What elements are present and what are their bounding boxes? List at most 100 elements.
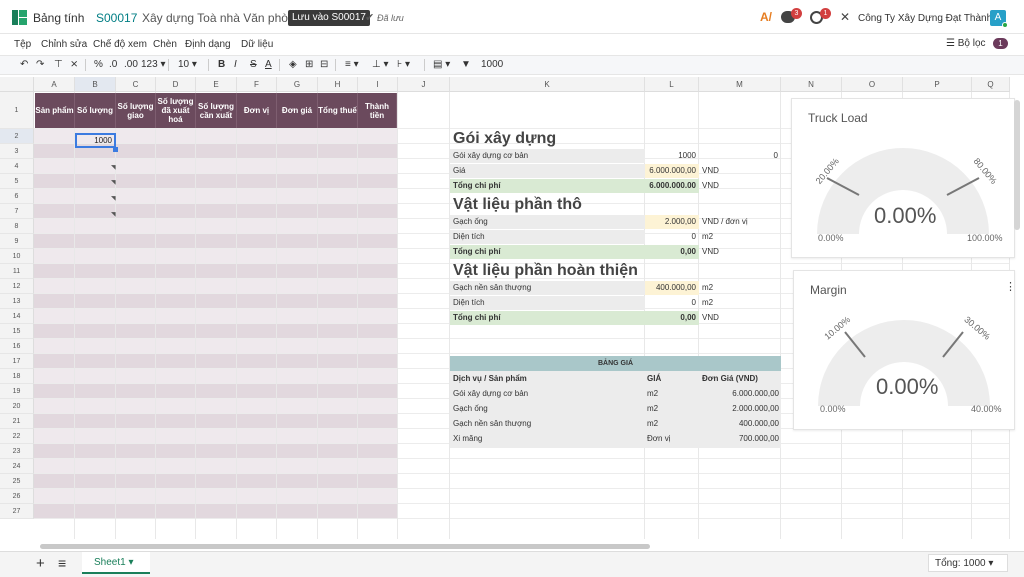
package-base-extra[interactable]: 0 <box>699 149 781 163</box>
grid-corner[interactable] <box>0 77 34 92</box>
header-quantity[interactable]: Số lượng <box>75 93 116 128</box>
table-row[interactable] <box>34 429 397 444</box>
finish-tile-unit[interactable]: m2 <box>699 281 781 295</box>
finish-area-unit[interactable]: m2 <box>699 296 781 310</box>
column-header-a[interactable]: A <box>34 77 75 92</box>
row-header-15[interactable]: 15 <box>0 324 34 339</box>
italic-button[interactable]: I <box>234 59 237 70</box>
table-row[interactable] <box>34 339 397 354</box>
row-header-7[interactable]: 7 <box>0 204 34 219</box>
row-header-24[interactable]: 24 <box>0 459 34 474</box>
horizontal-scrollbar[interactable] <box>40 544 650 549</box>
text-wrap-dropdown[interactable]: ⊦ ▾ <box>397 59 410 70</box>
selection-sum[interactable]: Tổng: 1000 ▾ <box>928 554 1008 572</box>
row-header-8[interactable]: 8 <box>0 219 34 234</box>
finish-area-value[interactable]: 0 <box>645 296 699 310</box>
price-cell[interactable]: m2 <box>647 416 658 431</box>
table-row[interactable] <box>34 354 397 369</box>
package-total-unit[interactable]: VND <box>699 179 781 193</box>
price-col-price[interactable]: Đơn Giá (VND) <box>702 371 758 386</box>
price-cell[interactable]: 6.000.000,00 <box>699 386 779 401</box>
table-row[interactable] <box>34 174 397 189</box>
price-col-service[interactable]: Dịch vụ / Sản phẩm <box>453 371 527 386</box>
price-cell[interactable]: 700.000,00 <box>699 431 779 446</box>
package-base-label[interactable]: Gói xây dựng cơ bản <box>450 149 645 163</box>
package-price-label[interactable]: Giá <box>450 164 645 178</box>
rough-total-unit[interactable]: VND <box>699 245 781 259</box>
company-switcher[interactable]: Công Ty Xây Dựng Đạt Thành <box>858 13 992 24</box>
menu-data[interactable]: Dữ liệu <box>241 39 273 50</box>
table-row[interactable] <box>34 279 397 294</box>
row-header-1[interactable]: 1 <box>0 92 34 129</box>
fill-color-icon[interactable]: ◈ <box>289 59 297 70</box>
finish-total-unit[interactable]: VND <box>699 311 781 325</box>
table-row[interactable] <box>34 234 397 249</box>
formula-bar-value[interactable]: 1000 <box>481 59 503 70</box>
row-header-6[interactable]: 6 <box>0 189 34 204</box>
row-header-17[interactable]: 17 <box>0 354 34 369</box>
price-cell[interactable]: m2 <box>647 401 658 416</box>
finish-total-value[interactable]: 0,00 <box>645 311 699 325</box>
table-row[interactable] <box>34 474 397 489</box>
finish-area-label[interactable]: Diện tích <box>450 296 645 310</box>
table-row[interactable] <box>34 189 397 204</box>
column-header-g[interactable]: G <box>277 77 318 92</box>
row-header-22[interactable]: 22 <box>0 429 34 444</box>
header-unit[interactable]: Đơn vị <box>237 93 277 128</box>
package-price-value[interactable]: 6.000.000,00 <box>645 164 699 178</box>
text-color-button[interactable]: A <box>265 59 272 70</box>
header-subtotal[interactable]: Thành tiền <box>358 93 397 128</box>
header-product[interactable]: Sản phẩm <box>35 93 75 128</box>
sheet-tab[interactable]: Sheet1 ▾ <box>82 552 150 574</box>
rough-brick-label[interactable]: Gạch ống <box>450 215 645 229</box>
rough-total-label[interactable]: Tổng chi phí <box>450 245 645 259</box>
row-header-9[interactable]: 9 <box>0 234 34 249</box>
row-header-13[interactable]: 13 <box>0 294 34 309</box>
number-format-dropdown[interactable]: 123 ▾ <box>141 59 166 70</box>
column-header-f[interactable]: F <box>237 77 277 92</box>
column-header-h[interactable]: H <box>318 77 358 92</box>
column-header-m[interactable]: M <box>699 77 781 92</box>
table-row[interactable] <box>34 309 397 324</box>
finish-tile-label[interactable]: Gạch nền sân thượng <box>450 281 645 295</box>
row-header-26[interactable]: 26 <box>0 489 34 504</box>
paint-format-icon[interactable]: ⊤ <box>54 59 63 70</box>
price-cell[interactable]: Đơn vị <box>647 431 670 446</box>
row-header-14[interactable]: 14 <box>0 309 34 324</box>
table-row[interactable] <box>34 219 397 234</box>
price-cell[interactable]: 400.000,00 <box>699 416 779 431</box>
decrease-decimal-button[interactable]: .0 <box>109 59 117 70</box>
vertical-align-dropdown[interactable]: ⊥ ▾ <box>372 59 389 70</box>
rough-total-value[interactable]: 0,00 <box>645 245 699 259</box>
finish-tile-value[interactable]: 400.000,00 <box>645 281 699 295</box>
column-header-q[interactable]: Q <box>972 77 1010 92</box>
row-header-2[interactable]: 2 <box>0 129 34 144</box>
price-cell[interactable]: Gói xây dựng cơ bản <box>453 386 528 401</box>
price-cell[interactable]: m2 <box>647 386 658 401</box>
price-cell[interactable]: Gạch nền sân thượng <box>453 416 531 431</box>
column-header-c[interactable]: C <box>116 77 156 92</box>
row-header-11[interactable]: 11 <box>0 264 34 279</box>
column-header-b[interactable]: B <box>75 77 116 92</box>
header-delivered[interactable]: Số lượng giao <box>116 93 156 128</box>
row-header-25[interactable]: 25 <box>0 474 34 489</box>
header-to-invoice[interactable]: Số lượng cần xuất <box>196 93 237 128</box>
conditional-format-dropdown[interactable]: ▤ ▾ <box>433 59 450 70</box>
package-total-value[interactable]: 6.000.000.00 <box>645 179 699 193</box>
row-header-16[interactable]: 16 <box>0 339 34 354</box>
merge-cells-icon[interactable]: ⊟ <box>320 59 328 70</box>
column-header-n[interactable]: N <box>781 77 842 92</box>
tools-icon[interactable]: ✕ <box>840 10 850 24</box>
filter-button[interactable]: ☰ Bộ lọc <box>946 38 986 49</box>
row-header-5[interactable]: 5 <box>0 174 34 189</box>
column-header-o[interactable]: O <box>842 77 903 92</box>
selected-cell[interactable]: 1000 <box>75 133 116 148</box>
app-title[interactable]: Bảng tính <box>33 11 84 25</box>
add-sheet-icon[interactable]: + <box>36 555 45 572</box>
column-header-p[interactable]: P <box>903 77 972 92</box>
ai-icon[interactable]: A/ <box>760 10 772 24</box>
clear-format-icon[interactable]: ⨯ <box>70 59 78 70</box>
row-header-3[interactable]: 3 <box>0 144 34 159</box>
column-header-e[interactable]: E <box>196 77 237 92</box>
menu-file[interactable]: Tệp <box>14 39 31 50</box>
